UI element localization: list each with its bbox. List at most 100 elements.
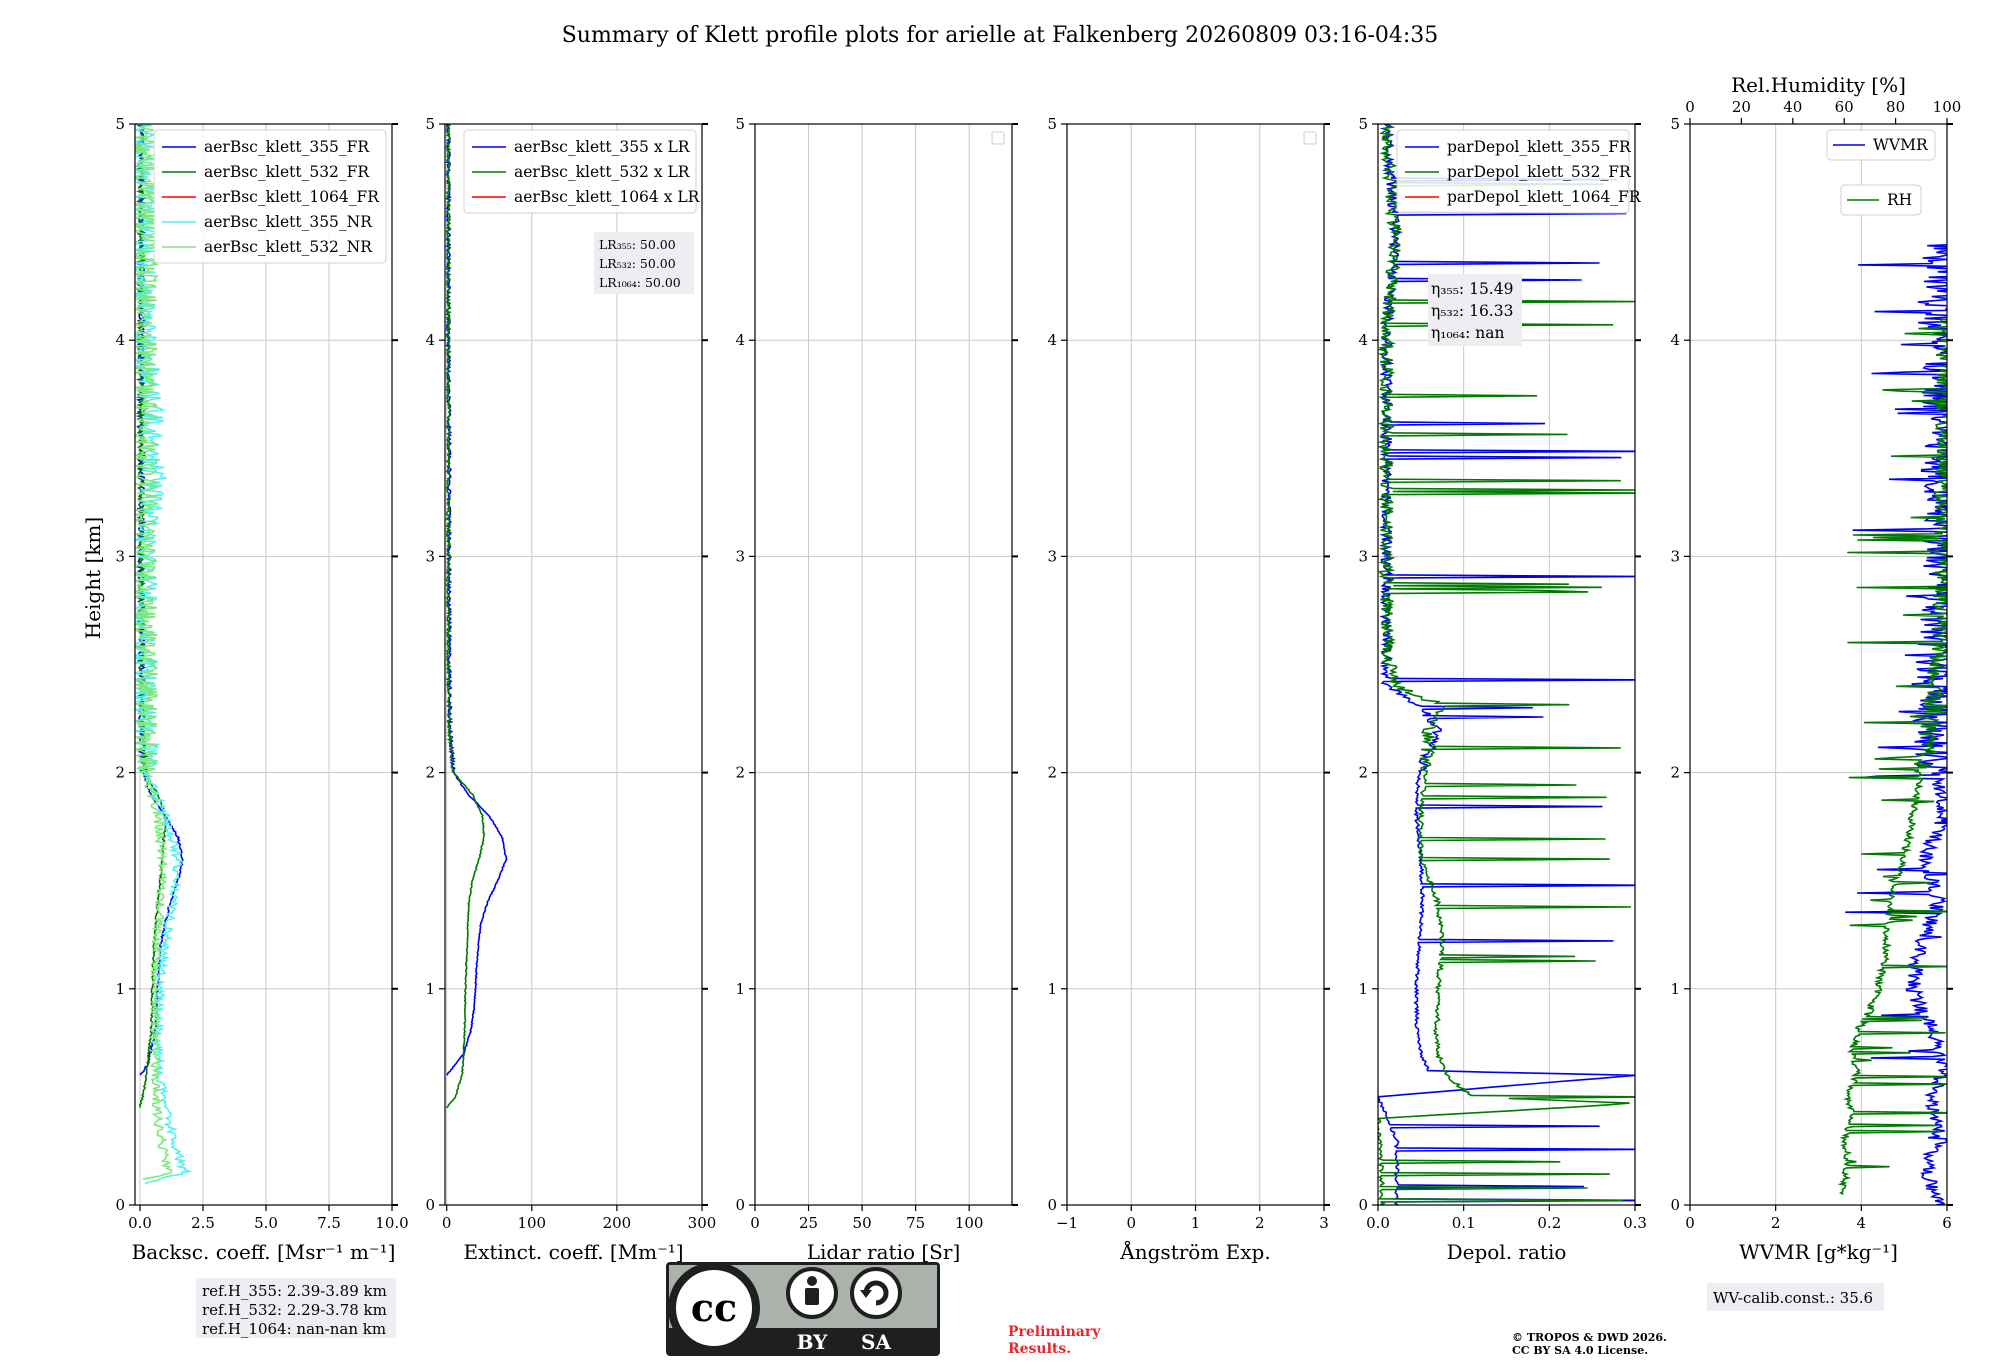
xtick-label: 2 bbox=[1771, 1214, 1781, 1232]
series-line-1 bbox=[445, 124, 486, 1109]
xtick-label: 200 bbox=[603, 1214, 632, 1232]
xtick-label: 7.5 bbox=[317, 1214, 341, 1232]
ytick-label: 3 bbox=[115, 547, 125, 565]
eta-entry: η₁₀₆₄: nan bbox=[1431, 324, 1505, 342]
x-axis-label: Extinct. coeff. [Mm⁻¹] bbox=[463, 1240, 683, 1264]
by-person-body bbox=[805, 1288, 819, 1305]
panel-depol: 0 1 2 3 4 5 0.0 0.1 0.2 0.3 Depol. ratio parDepol_k… bbox=[1358, 115, 1647, 1264]
legend-entry: WVMR bbox=[1873, 136, 1929, 154]
figure-canvas: Summary of Klett profile plots for ariel… bbox=[81, 23, 1962, 1357]
legend-entry: aerBsc_klett_355_NR bbox=[204, 213, 373, 231]
legend-entry: parDepol_klett_532_FR bbox=[1447, 163, 1632, 181]
xtick-label: 50 bbox=[853, 1214, 872, 1232]
lidar-ratio-entry: LR₁₀₆₄: 50.00 bbox=[599, 275, 681, 290]
preliminary-line-1: Preliminary bbox=[1008, 1324, 1101, 1340]
legend-entry: RH bbox=[1887, 191, 1912, 209]
ytick-label: 4 bbox=[425, 331, 435, 349]
legend-entry: aerBsc_klett_532_NR bbox=[204, 238, 373, 256]
legend-entry: parDepol_klett_355_FR bbox=[1447, 138, 1632, 156]
x-axis-label: Backsc. coeff. [Msr⁻¹ m⁻¹] bbox=[132, 1240, 396, 1264]
xtick-label: 0.0 bbox=[128, 1214, 152, 1232]
ytick-label: 0 bbox=[1047, 1196, 1057, 1214]
legend-entry: aerBsc_klett_355 x LR bbox=[514, 138, 691, 156]
xtick-label: 0 bbox=[442, 1214, 452, 1232]
plot-frame bbox=[754, 123, 1013, 1206]
xtick-label: 4 bbox=[1857, 1214, 1867, 1232]
ytick-label: 2 bbox=[1358, 764, 1368, 782]
ytick-label: 4 bbox=[1670, 331, 1680, 349]
ytick-label: 5 bbox=[115, 115, 125, 133]
ytick-label: 0 bbox=[115, 1196, 125, 1214]
xtick-label: 0.0 bbox=[1366, 1214, 1390, 1232]
y-axis-label: Height [km] bbox=[81, 517, 105, 639]
lidar-ratio-entry: LR₃₅₅: 50.00 bbox=[599, 237, 676, 252]
figure-title: Summary of Klett profile plots for ariel… bbox=[562, 23, 1439, 48]
ytick-label: 3 bbox=[1358, 547, 1368, 565]
ytick-label: 3 bbox=[1047, 547, 1057, 565]
ytick-label: 5 bbox=[425, 115, 435, 133]
ytick-label: 2 bbox=[425, 764, 435, 782]
preliminary-line-2: Results. bbox=[1008, 1341, 1071, 1357]
ytick-label: 5 bbox=[1670, 115, 1680, 133]
legend-entry: aerBsc_klett_532_FR bbox=[204, 163, 370, 181]
xtick-label: 0.1 bbox=[1452, 1214, 1476, 1232]
ref-height-532: ref.H_532: 2.29-3.78 km bbox=[202, 1301, 387, 1319]
plot-panels: 0123450.0 2.5 5.0 7.5 10.0Backsc. coeff. [Ms… bbox=[81, 73, 1962, 1264]
ytick-label: 4 bbox=[1047, 331, 1057, 349]
xtick-label: 10.0 bbox=[375, 1214, 408, 1232]
legend-entry: aerBsc_klett_532 x LR bbox=[514, 163, 691, 181]
ytick-label: 2 bbox=[1670, 764, 1680, 782]
ytick-label: 5 bbox=[1358, 115, 1368, 133]
xtick-label: 0 bbox=[1685, 1214, 1695, 1232]
ytick-label: 4 bbox=[1358, 331, 1368, 349]
ref-height-355: ref.H_355: 2.39-3.89 km bbox=[202, 1282, 387, 1300]
ytick-label: 0 bbox=[425, 1196, 435, 1214]
empty-legend-box bbox=[991, 131, 1005, 145]
xtick-label: 2.5 bbox=[191, 1214, 215, 1232]
top-tick-label: 100 bbox=[1933, 98, 1962, 116]
ytick-label: 3 bbox=[1670, 547, 1680, 565]
x-axis-label: WVMR [g*kg⁻¹] bbox=[1739, 1240, 1898, 1264]
legend-entry: aerBsc_klett_1064_FR bbox=[204, 188, 380, 206]
ytick-label: 1 bbox=[1047, 980, 1057, 998]
top-tick-label: 60 bbox=[1835, 98, 1854, 116]
ytick-label: 1 bbox=[425, 980, 435, 998]
xtick-label: 0.2 bbox=[1537, 1214, 1561, 1232]
xtick-label: 5.0 bbox=[254, 1214, 278, 1232]
xtick-label: 100 bbox=[517, 1214, 546, 1232]
legend-entry: parDepol_klett_1064_FR bbox=[1447, 188, 1642, 206]
series-line-1 bbox=[1837, 318, 1947, 1195]
wv-calib-text: WV-calib.const.: 35.6 bbox=[1713, 1289, 1873, 1307]
xtick-label: 0 bbox=[1126, 1214, 1136, 1232]
ref-height-1064: ref.H_1064: nan-nan km bbox=[202, 1320, 386, 1338]
ytick-label: 3 bbox=[425, 547, 435, 565]
x-axis-label: Lidar ratio [Sr] bbox=[807, 1240, 961, 1264]
ytick-label: 3 bbox=[735, 547, 745, 565]
ref-height-box: ref.H_355: 2.39-3.89 km ref.H_532: 2.29-… bbox=[196, 1278, 396, 1338]
sa-label: SA bbox=[861, 1330, 891, 1354]
xtick-label: 3 bbox=[1319, 1214, 1329, 1232]
ytick-label: 1 bbox=[1358, 980, 1368, 998]
ytick-label: 0 bbox=[735, 1196, 745, 1214]
ytick-label: 4 bbox=[735, 331, 745, 349]
top-tick-label: 80 bbox=[1886, 98, 1905, 116]
xtick-label: 0 bbox=[750, 1214, 760, 1232]
panel-extinction: 0 1 2 3 4 5 0 100 200 300 Extinct. coeff. [Mm⁻¹] ae… bbox=[425, 115, 716, 1264]
top-tick-label: 0 bbox=[1685, 98, 1695, 116]
panel-angstrom: 012345−1 0 1 2 3Ångström Exp. bbox=[1047, 115, 1330, 1264]
ytick-label: 0 bbox=[1358, 1196, 1368, 1214]
xtick-label: 0.3 bbox=[1623, 1214, 1647, 1232]
eta-entry: η₃₅₅: 15.49 bbox=[1431, 280, 1513, 298]
series-group bbox=[135, 124, 193, 1185]
copyright-line-2: CC BY SA 4.0 License. bbox=[1512, 1344, 1648, 1357]
ytick-label: 1 bbox=[735, 980, 745, 998]
by-label: BY bbox=[797, 1330, 829, 1354]
panel-backscatter: 0 1 2 3 4 5 0.0 2.5 5.0 7.5 10.0 Backsc. coeff. [Ms… bbox=[81, 115, 409, 1264]
series-group bbox=[1837, 243, 1947, 1205]
ytick-label: 5 bbox=[1047, 115, 1057, 133]
x-axis-label: Depol. ratio bbox=[1447, 1240, 1567, 1264]
xtick-label: 1 bbox=[1191, 1214, 1201, 1232]
eta-entry: η₅₃₂: 16.33 bbox=[1431, 302, 1513, 320]
wv-calib-box: WV-calib.const.: 35.6 bbox=[1707, 1283, 1884, 1311]
legend-entry: aerBsc_klett_355_FR bbox=[204, 138, 370, 156]
